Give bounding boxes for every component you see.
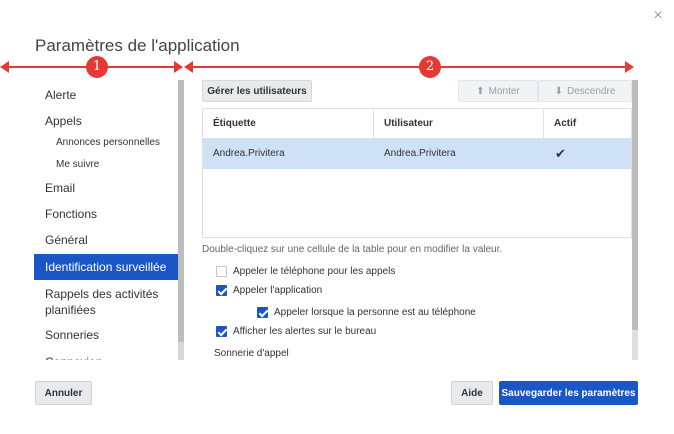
cancel-button[interactable]: Annuler [35,381,92,405]
checkbox[interactable] [216,326,227,337]
sidebar-item-sonneries[interactable]: Sonneries [34,324,178,346]
ring-section-heading: Sonnerie d'appel [214,348,289,359]
help-button[interactable]: Aide [451,381,493,405]
sidebar-item-annonces[interactable]: Annonces personnelles [34,134,178,152]
table-header: Étiquette Utilisateur Actif [203,109,631,139]
sidebar-item-general[interactable]: Général [34,229,178,251]
sidebar-scroll-thumb[interactable] [178,80,184,342]
dialog-title: Paramètres de l'application [35,36,240,55]
annotation-badge-2: 2 [419,56,441,78]
cell-user[interactable]: Andrea.Privitera [374,139,456,169]
move-down-button[interactable]: ⬇ Descendre [538,80,632,102]
annotation-badge-1: 1 [86,56,108,78]
move-up-button[interactable]: ⬆ Monter [458,80,538,102]
arrow-right-icon [625,61,634,73]
annotation-arrow-1: 1 [0,56,183,78]
close-icon[interactable]: × [650,8,666,24]
checkbox[interactable] [257,307,268,318]
sidebar-item-me-suivre[interactable]: Me suivre [34,156,178,174]
column-header-utilisateur[interactable]: Utilisateur [374,109,544,139]
arrow-right-icon [174,61,183,73]
identification-table: Étiquette Utilisateur Actif Andrea.Privi… [202,108,632,238]
option-label: Appeler l'application [233,285,323,296]
save-settings-button[interactable]: Sauvegarder les paramètres [499,381,638,405]
option-call-app[interactable]: Appeler l'application [216,285,322,296]
table-hint: Double-cliquez sur une cellule de la tab… [202,244,503,255]
option-label: Appeler le téléphone pour les appels [233,266,396,277]
settings-panel: Gérer les utilisateurs ⬆ Monter ⬇ Descendr… [202,80,638,360]
option-label: Appeler lorsque la personne est au télép… [274,307,476,318]
sidebar-item-appels[interactable]: Appels [34,110,178,132]
annotation-arrow-2: 2 [184,56,634,78]
manage-users-button[interactable]: Gérer les utilisateurs [202,80,312,102]
settings-sidebar: Alerte Appels Annonces personnelles Me s… [34,80,184,360]
panel-scroll-thumb[interactable] [632,80,638,330]
annotation-line [192,66,626,68]
checkbox[interactable] [216,266,227,277]
sidebar-item-email[interactable]: Email [34,177,178,199]
sidebar-item-alerte[interactable]: Alerte [34,84,178,106]
sidebar-item-rappels[interactable]: Rappels des activités planifiées [34,285,178,319]
arrow-down-icon: ⬇ [554,86,564,97]
sidebar-item-fonctions[interactable]: Fonctions [34,203,178,225]
move-down-label: Descendre [567,86,616,97]
option-call-phone[interactable]: Appeler le téléphone pour les appels [216,266,395,277]
column-header-actif[interactable]: Actif [544,109,631,139]
option-label: Afficher les alertes sur le bureau [233,326,377,337]
checkmark-icon[interactable]: ✔ [544,139,566,169]
column-header-etiquette[interactable]: Étiquette [203,109,374,139]
option-call-when-busy[interactable]: Appeler lorsque la personne est au télép… [257,307,476,318]
sidebar-item-connexion[interactable]: Connexion [34,351,178,360]
settings-dialog: Paramètres de l'application × 1 2 Alerte… [0,0,674,434]
option-desktop-alerts[interactable]: Afficher les alertes sur le bureau [216,326,376,337]
checkbox[interactable] [216,285,227,296]
move-up-label: Monter [488,86,520,97]
sidebar-item-identification[interactable]: Identification surveillée [34,254,178,280]
cell-label[interactable]: Andrea.Privitera [203,139,285,169]
table-row[interactable]: Andrea.Privitera Andrea.Privitera ✔ [203,139,631,169]
arrow-up-icon: ⬆ [476,86,485,97]
